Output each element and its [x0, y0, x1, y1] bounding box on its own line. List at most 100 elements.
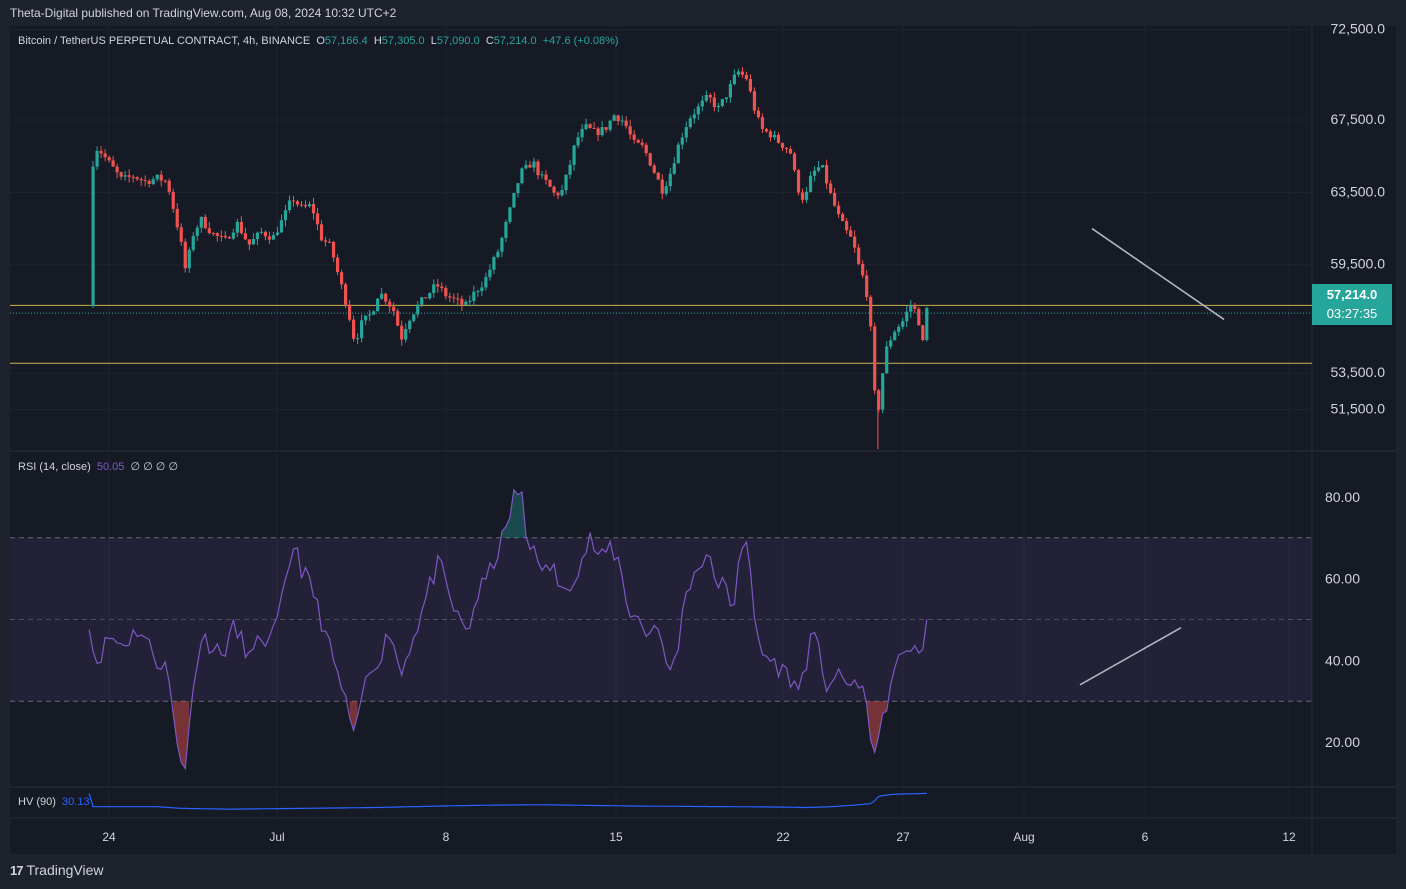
candle-body [897, 326, 901, 332]
candle-body [179, 227, 183, 242]
candle-body [368, 314, 372, 316]
candle-body [596, 128, 600, 136]
tradingview-brand[interactable]: 17 TradingView [10, 862, 104, 878]
candle-body [251, 239, 255, 245]
candle-body [744, 74, 749, 80]
candle-body [584, 124, 588, 130]
candle-body [849, 230, 853, 237]
chart-svg[interactable]: 24 Jul 8 15 22 27 Aug 6 12 72,500.0 67,500.0 63,500… [0, 0, 1406, 889]
candle-body [219, 235, 223, 237]
candle-body [528, 164, 532, 168]
rsi-legend: RSI (14, close) 50.05 ∅ ∅ ∅ ∅ [18, 460, 178, 473]
candle-body [364, 315, 368, 321]
candle-body [845, 221, 849, 231]
rsi-tick-label: 80.00 [1325, 489, 1360, 505]
candle-body [143, 180, 147, 182]
candle-body [452, 297, 456, 299]
candle-body [853, 236, 857, 248]
candle-body [203, 216, 207, 229]
candle-body [720, 99, 724, 106]
candle-body [444, 288, 448, 297]
rsi-tick-label: 20.00 [1325, 734, 1360, 750]
candle-body [508, 207, 512, 222]
candle-body [484, 277, 488, 288]
candle-body [464, 301, 468, 305]
candle-body [564, 174, 568, 191]
candle-body [756, 110, 761, 118]
candle-body [99, 150, 103, 154]
candle-body [283, 210, 288, 221]
x-tick-label: Aug [1013, 830, 1034, 844]
x-tick-label: 15 [609, 830, 623, 844]
candle-body [816, 167, 821, 171]
candle-body [612, 115, 616, 121]
candle-body [792, 153, 797, 171]
candle-body [568, 164, 572, 175]
y-tick-label: 67,500.0 [1331, 111, 1386, 127]
symbol-name: Bitcoin / TetherUS PERPETUAL CONTRACT, 4… [18, 35, 311, 47]
candle-body [211, 233, 215, 235]
candle-body [600, 127, 604, 136]
candle-body [893, 331, 897, 341]
candle-body [636, 139, 640, 143]
candle-body [925, 308, 929, 340]
candle-body [135, 177, 139, 180]
candle-body [700, 100, 704, 107]
candle-body [652, 165, 656, 173]
candle-body [768, 131, 773, 138]
candle-body [688, 118, 692, 128]
candle-body [404, 329, 408, 340]
candle-body [556, 192, 560, 196]
candle-body [424, 297, 428, 299]
last-price: 57,214.0 [1326, 287, 1378, 302]
symbol-legend: Bitcoin / TetherUS PERPETUAL CONTRACT, 4… [18, 35, 619, 47]
candle-body [159, 174, 163, 181]
candle-body [155, 174, 159, 180]
x-tick-label: 6 [1142, 830, 1149, 844]
candle-body [580, 129, 584, 138]
candle-body [123, 175, 127, 177]
candle-body [275, 232, 280, 236]
candle-body [440, 286, 444, 289]
y-tick-label: 53,500.0 [1331, 364, 1386, 380]
candle-body [520, 168, 524, 184]
candle-body [167, 180, 171, 192]
rsi-overbought-fill [517, 491, 522, 538]
candle-body [905, 311, 909, 322]
candle-body [227, 237, 231, 239]
candle-body [323, 240, 328, 242]
candle-body [640, 142, 644, 145]
candle-body [752, 91, 757, 111]
candle-body [428, 293, 432, 299]
candle-body [115, 166, 119, 173]
candle-body [380, 293, 384, 299]
candle-body [199, 216, 203, 228]
candle-body [376, 298, 380, 312]
candle-body [412, 314, 416, 321]
candle-body [480, 287, 484, 292]
rsi-extra: ∅ ∅ ∅ ∅ [130, 461, 179, 473]
candle-body [608, 120, 612, 130]
candle-body [668, 173, 672, 187]
candle-body [873, 326, 877, 391]
candle-body [716, 105, 720, 108]
candle-body [372, 311, 376, 315]
candle-body [127, 175, 131, 177]
candle-body [291, 200, 296, 202]
candle-body [215, 233, 219, 236]
candle-body [195, 227, 199, 236]
candle-body [103, 153, 107, 158]
y-tick-label: 51,500.0 [1331, 400, 1386, 416]
rsi-name: RSI (14, close) [18, 461, 91, 473]
candle-body [800, 192, 805, 200]
candle-body [279, 220, 284, 233]
candle-body [460, 298, 464, 305]
candle-body [139, 179, 143, 181]
candle-body [824, 165, 829, 184]
candle-body [624, 120, 628, 127]
candle-body [917, 308, 921, 326]
y-tick-label: 59,500.0 [1331, 256, 1386, 272]
y-tick-label: 72,500.0 [1331, 21, 1386, 37]
candle-body [456, 298, 460, 300]
candle-body [632, 134, 636, 140]
